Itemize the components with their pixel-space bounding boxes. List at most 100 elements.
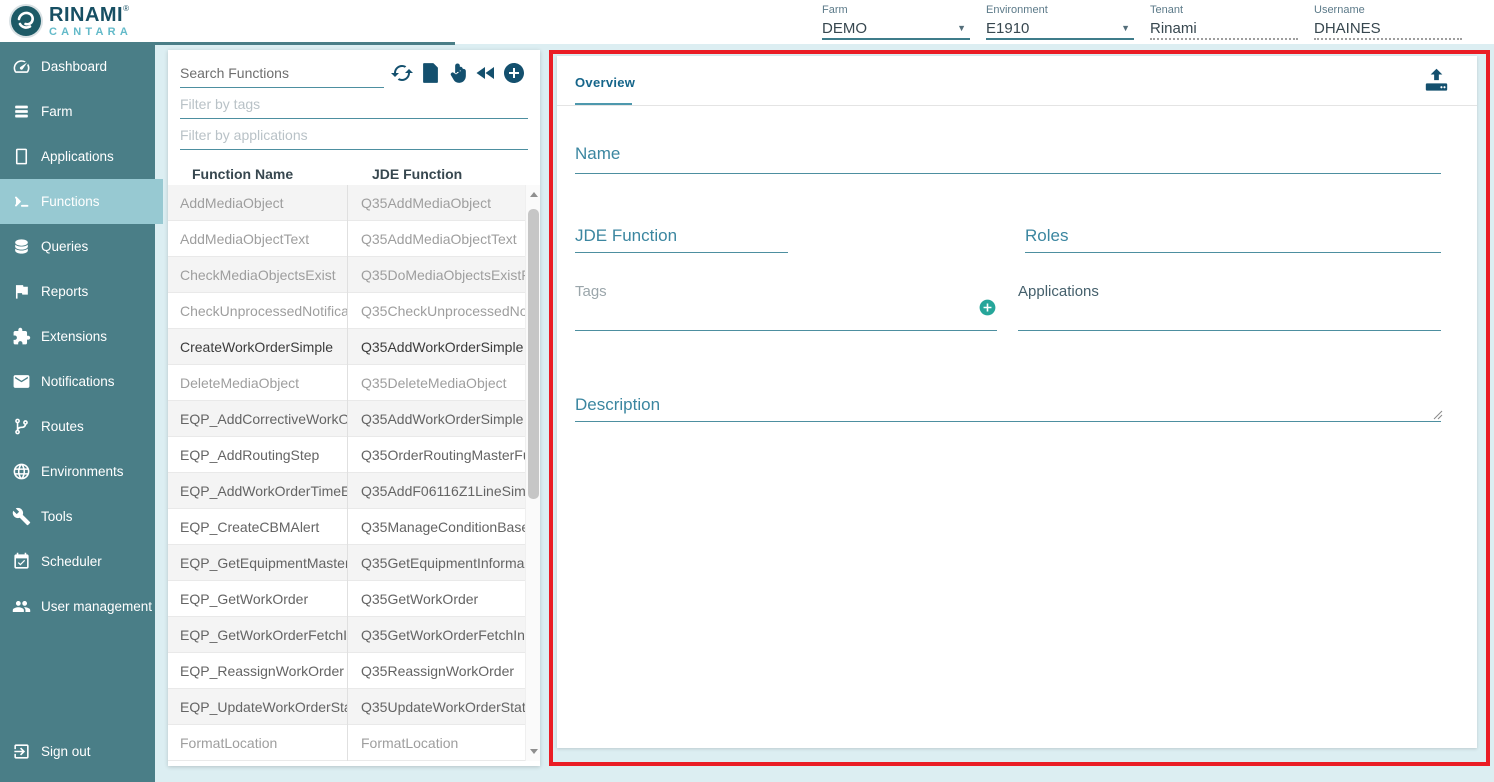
functions-list-panel: Function Name JDE Function AddMediaObjec… bbox=[168, 50, 540, 766]
sidebar-item-label: Dashboard bbox=[41, 59, 107, 74]
sign-out-icon bbox=[11, 742, 31, 762]
table-row[interactable]: CheckMediaObjectsExistQ35DoMediaObjectsE… bbox=[168, 257, 525, 293]
sidebar-item-extensions[interactable]: Extensions bbox=[0, 314, 155, 359]
sidebar-item-functions[interactable]: Functions bbox=[0, 179, 163, 224]
header-accent-bar bbox=[0, 42, 455, 45]
hand-pointer-icon[interactable] bbox=[444, 59, 472, 87]
table-row[interactable]: EQP_AddRoutingStepQ35OrderRoutingMasterF… bbox=[168, 437, 525, 473]
sidebar-item-label: Queries bbox=[41, 239, 88, 254]
sidebar-item-label: Reports bbox=[41, 284, 88, 299]
textarea-resize-handle[interactable] bbox=[1433, 410, 1443, 420]
field-label: Farm bbox=[822, 4, 970, 16]
table-row[interactable]: AddMediaObjectTextQ35AddMediaObjectText bbox=[168, 221, 525, 257]
sidebar-item-notifications[interactable]: Notifications bbox=[0, 359, 155, 404]
upload-icon[interactable] bbox=[1421, 67, 1451, 97]
applications-input[interactable]: Applications bbox=[1018, 283, 1441, 331]
jde-function-input[interactable] bbox=[575, 252, 788, 253]
column-header-jde-function: JDE Function bbox=[359, 166, 537, 182]
table-row[interactable]: EQP_ReassignWorkOrderQ35ReassignWorkOrde… bbox=[168, 653, 525, 689]
cell-function-name: EQP_AddCorrectiveWorkOr bbox=[168, 411, 347, 427]
reports-icon bbox=[11, 282, 31, 302]
jde-function-field-label: JDE Function bbox=[575, 226, 788, 246]
field-value: DEMO bbox=[822, 20, 867, 37]
farm-icon bbox=[11, 102, 31, 122]
export-excel-icon[interactable] bbox=[416, 59, 444, 87]
description-textarea[interactable] bbox=[575, 421, 1441, 422]
cell-function-name: EQP_GetWorkOrder bbox=[168, 591, 347, 607]
table-row[interactable]: EQP_UpdateWorkOrderStaQ35UpdateWorkOrder… bbox=[168, 689, 525, 725]
chevron-down-icon: ▼ bbox=[957, 23, 966, 33]
cell-jde-function: Q35AddMediaObject bbox=[347, 185, 525, 221]
table-row[interactable]: EQP_GetWorkOrderFetchInQ35GetWorkOrderFe… bbox=[168, 617, 525, 653]
sidebar-item-sign-out[interactable]: Sign out bbox=[0, 729, 155, 774]
filter-by-tags-input[interactable] bbox=[180, 90, 528, 119]
tools-icon bbox=[11, 507, 31, 527]
table-row[interactable]: EQP_GetEquipmentMasterQ35GetEquipmentInf… bbox=[168, 545, 525, 581]
table-row[interactable]: EQP_CreateCBMAlertQ35ManageConditionBase bbox=[168, 509, 525, 545]
scheduler-icon bbox=[11, 552, 31, 572]
tab-overview[interactable]: Overview bbox=[575, 56, 635, 106]
cell-function-name: FormatLocation bbox=[168, 735, 347, 751]
search-functions-input[interactable] bbox=[180, 58, 384, 88]
sidebar-item-label: Extensions bbox=[41, 329, 107, 344]
cell-jde-function: Q35OrderRoutingMasterFu bbox=[347, 437, 525, 473]
rewind-icon[interactable] bbox=[472, 59, 500, 87]
sidebar-item-tools[interactable]: Tools bbox=[0, 494, 155, 539]
table-row[interactable]: CreateWorkOrderSimpleQ35AddWorkOrderSimp… bbox=[168, 329, 525, 365]
add-tag-icon[interactable] bbox=[978, 298, 997, 317]
field-label: Username bbox=[1314, 4, 1462, 16]
tags-input[interactable]: Tags bbox=[575, 283, 997, 331]
cell-jde-function: Q35CheckUnprocessedNot bbox=[347, 293, 525, 329]
cell-jde-function: Q35AddWorkOrderSimple bbox=[347, 401, 525, 437]
user-management-icon bbox=[11, 597, 31, 617]
roles-input[interactable] bbox=[1025, 252, 1441, 253]
scroll-up-arrow-icon[interactable] bbox=[526, 187, 541, 202]
sidebar-item-label: Functions bbox=[41, 194, 100, 209]
cell-jde-function: Q35GetWorkOrderFetchInf bbox=[347, 617, 525, 653]
filter-by-applications-input[interactable] bbox=[180, 121, 528, 150]
sidebar-item-queries[interactable]: Queries bbox=[0, 224, 155, 269]
sidebar-item-scheduler[interactable]: Scheduler bbox=[0, 539, 155, 584]
sidebar-item-environments[interactable]: Environments bbox=[0, 449, 155, 494]
sync-icon[interactable] bbox=[388, 59, 416, 87]
header-field-tenant[interactable]: TenantRinami bbox=[1150, 4, 1298, 40]
cell-jde-function: Q35AddMediaObjectText bbox=[347, 221, 525, 257]
chevron-down-icon: ▼ bbox=[1121, 23, 1130, 33]
header-field-username[interactable]: UsernameDHAINES bbox=[1314, 4, 1462, 40]
scrollbar-thumb[interactable] bbox=[528, 209, 539, 499]
sidebar-nav: Dashboard FarmApplications Functions Querie… bbox=[0, 44, 155, 782]
header-field-farm[interactable]: Farm DEMO ▼ bbox=[822, 4, 970, 40]
sidebar-item-label: User management bbox=[41, 599, 152, 614]
table-row[interactable]: AddMediaObjectQ35AddMediaObject bbox=[168, 185, 525, 221]
sidebar-item-user-management[interactable]: User management bbox=[0, 584, 155, 629]
tags-field-label: Tags bbox=[575, 283, 607, 300]
field-value: E1910 bbox=[986, 20, 1029, 37]
header-field-environment[interactable]: EnvironmentE1910▼ bbox=[986, 4, 1134, 40]
sidebar-item-dashboard[interactable]: Dashboard bbox=[0, 44, 155, 89]
cell-jde-function: Q35GetEquipmentInforma bbox=[347, 545, 525, 581]
queries-icon bbox=[11, 237, 31, 257]
table-scrollbar[interactable] bbox=[525, 185, 540, 761]
detail-tabbar: Overview bbox=[557, 56, 1477, 106]
dashboard-icon bbox=[11, 57, 31, 77]
table-row[interactable]: FormatLocationFormatLocation bbox=[168, 725, 525, 761]
sidebar-item-reports[interactable]: Reports bbox=[0, 269, 155, 314]
sidebar-item-label: Tools bbox=[41, 509, 73, 524]
add-icon[interactable] bbox=[500, 59, 528, 87]
table-row[interactable]: EQP_GetWorkOrderQ35GetWorkOrder bbox=[168, 581, 525, 617]
sidebar-item-farm[interactable]: Farm bbox=[0, 89, 155, 134]
table-row[interactable]: CheckUnprocessedNotificaQ35CheckUnproces… bbox=[168, 293, 525, 329]
scroll-down-arrow-icon[interactable] bbox=[526, 744, 541, 759]
name-field-label: Name bbox=[575, 144, 1441, 164]
table-row[interactable]: EQP_AddCorrectiveWorkOrQ35AddWorkOrderSi… bbox=[168, 401, 525, 437]
name-input[interactable] bbox=[575, 173, 1441, 174]
table-row[interactable]: EQP_AddWorkOrderTimeEnQ35AddF06116Z1Line… bbox=[168, 473, 525, 509]
cell-function-name: EQP_ReassignWorkOrder bbox=[168, 663, 347, 679]
functions-toolbar bbox=[388, 59, 528, 87]
table-row[interactable]: DeleteMediaObjectQ35DeleteMediaObject bbox=[168, 365, 525, 401]
applications-icon bbox=[11, 147, 31, 167]
cell-jde-function: FormatLocation bbox=[347, 725, 525, 761]
sidebar-item-applications[interactable]: Applications bbox=[0, 134, 155, 179]
notifications-icon bbox=[11, 372, 31, 392]
sidebar-item-routes[interactable]: Routes bbox=[0, 404, 155, 449]
